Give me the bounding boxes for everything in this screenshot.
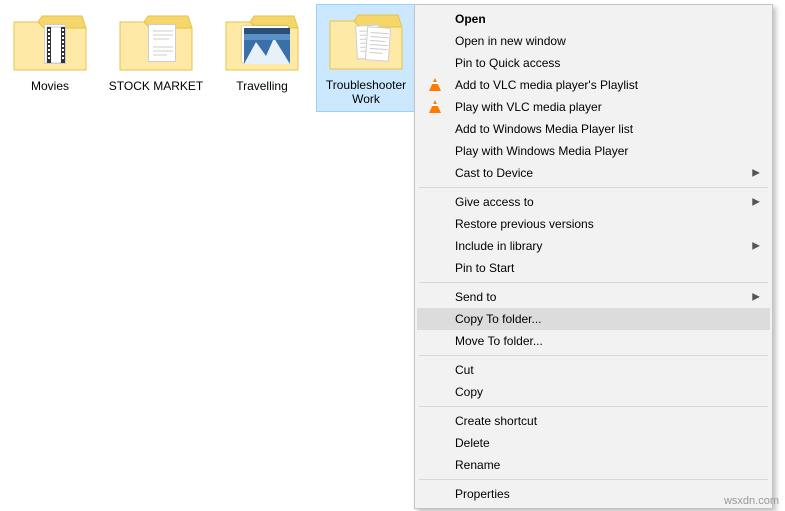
menu-open-new-window[interactable]: Open in new window (417, 30, 770, 52)
menu-item-label: Cut (455, 363, 474, 377)
menu-item-label: Include in library (455, 239, 542, 253)
menu-item-label: Restore previous versions (455, 217, 594, 231)
menu-item-label: Delete (455, 436, 490, 450)
menu-add-vlc-playlist[interactable]: Add to VLC media player's Playlist (417, 74, 770, 96)
menu-item-label: Open (455, 12, 486, 26)
menu-give-access-to[interactable]: Give access to ▶ (417, 191, 770, 213)
menu-pin-to-start[interactable]: Pin to Start (417, 257, 770, 279)
menu-item-label: Give access to (455, 195, 534, 209)
vlc-icon (427, 99, 443, 115)
menu-item-label: Cast to Device (455, 166, 533, 180)
folder-label: Troubleshooter Work (317, 79, 415, 111)
folder-label: Movies (0, 80, 100, 98)
menu-cast-to-device[interactable]: Cast to Device ▶ (417, 162, 770, 184)
menu-separator (419, 355, 768, 356)
menu-item-label: Move To folder... (455, 334, 543, 348)
menu-item-label: Pin to Quick access (455, 56, 560, 70)
menu-create-shortcut[interactable]: Create shortcut (417, 410, 770, 432)
menu-item-label: Create shortcut (455, 414, 537, 428)
menu-open[interactable]: Open (417, 8, 770, 30)
menu-move-to-folder[interactable]: Move To folder... (417, 330, 770, 352)
menu-separator (419, 187, 768, 188)
menu-item-label: Add to Windows Media Player list (455, 122, 633, 136)
menu-copy-to-folder[interactable]: Copy To folder... (417, 308, 770, 330)
menu-item-label: Pin to Start (455, 261, 514, 275)
vlc-icon (427, 77, 443, 93)
menu-separator (419, 282, 768, 283)
folder-icon (222, 12, 302, 76)
menu-item-label: Play with Windows Media Player (455, 144, 628, 158)
menu-add-wmp-list[interactable]: Add to Windows Media Player list (417, 118, 770, 140)
folder-troubleshooter-work[interactable]: Troubleshooter Work (316, 4, 416, 112)
context-menu: Open Open in new window Pin to Quick acc… (414, 4, 773, 509)
folder-icon (116, 12, 196, 76)
menu-item-label: Properties (455, 487, 510, 501)
menu-item-label: Send to (455, 290, 496, 304)
folder-movies[interactable]: Movies (0, 6, 100, 98)
chevron-right-icon: ▶ (752, 197, 760, 208)
menu-play-wmp[interactable]: Play with Windows Media Player (417, 140, 770, 162)
menu-restore-previous[interactable]: Restore previous versions (417, 213, 770, 235)
menu-send-to[interactable]: Send to ▶ (417, 286, 770, 308)
watermark: wsxdn.com (724, 495, 779, 507)
menu-pin-quick-access[interactable]: Pin to Quick access (417, 52, 770, 74)
menu-item-label: Rename (455, 458, 500, 472)
folder-icon (326, 11, 406, 75)
folder-label: STOCK MARKET (106, 80, 206, 98)
folder-icon (10, 12, 90, 76)
menu-cut[interactable]: Cut (417, 359, 770, 381)
menu-copy[interactable]: Copy (417, 381, 770, 403)
menu-separator (419, 479, 768, 480)
menu-separator (419, 406, 768, 407)
menu-item-label: Copy (455, 385, 483, 399)
chevron-right-icon: ▶ (752, 292, 760, 303)
folder-travelling[interactable]: Travelling (212, 6, 312, 98)
menu-item-label: Play with VLC media player (455, 100, 602, 114)
folder-stock-market[interactable]: STOCK MARKET (106, 6, 206, 98)
menu-delete[interactable]: Delete (417, 432, 770, 454)
chevron-right-icon: ▶ (752, 168, 760, 179)
menu-item-label: Open in new window (455, 34, 566, 48)
folder-label: Travelling (212, 80, 312, 98)
menu-properties[interactable]: Properties (417, 483, 770, 505)
menu-item-label: Copy To folder... (455, 312, 542, 326)
file-explorer-desktop[interactable]: Movies STOCK MARKET Travelling (0, 0, 785, 511)
menu-rename[interactable]: Rename (417, 454, 770, 476)
chevron-right-icon: ▶ (752, 241, 760, 252)
menu-include-in-library[interactable]: Include in library ▶ (417, 235, 770, 257)
menu-play-vlc[interactable]: Play with VLC media player (417, 96, 770, 118)
menu-item-label: Add to VLC media player's Playlist (455, 78, 638, 92)
